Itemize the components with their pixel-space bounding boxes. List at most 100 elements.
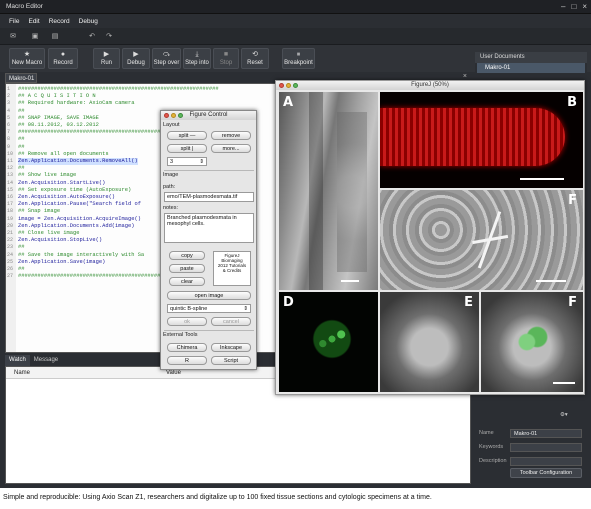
r-button[interactable]: R [167, 356, 207, 365]
restore-icon[interactable]: □ [571, 2, 576, 11]
minimize-icon[interactable] [286, 83, 291, 88]
line-number: 22 [7, 237, 14, 244]
notes-field[interactable]: Branched plasmodesmata in mesophyl cells… [164, 213, 254, 243]
code-line[interactable]: ## [18, 266, 24, 273]
close-icon[interactable]: × [582, 2, 587, 11]
zoom-icon[interactable] [293, 83, 298, 88]
panel-f-merge-image[interactable]: F [481, 292, 583, 392]
column-value[interactable]: Value [166, 370, 181, 376]
cancel-button[interactable]: cancel [211, 317, 251, 326]
panel-f-sem-image[interactable]: F [380, 190, 583, 290]
undo-icon[interactable]: ↶ [87, 32, 97, 41]
code-line[interactable]: ## Set exposure time (AutoExposure) [18, 187, 131, 194]
code-line[interactable]: Zen.Application.Documents.Add(image) [18, 223, 134, 230]
scale-bar [536, 280, 566, 282]
print-icon[interactable]: ▤ [50, 32, 60, 41]
code-line[interactable]: ## Required hardware: AxioCam camera [18, 100, 134, 107]
settings-icon[interactable]: ⚙▾ [560, 412, 568, 418]
save-icon[interactable]: ▣ [30, 32, 40, 41]
zoom-icon[interactable] [178, 113, 183, 118]
code-line[interactable]: ## [18, 144, 24, 151]
code-line[interactable]: ## [18, 244, 24, 251]
redo-icon[interactable]: ↷ [104, 32, 114, 41]
interpolation-select[interactable]: quintic B-spline ⇕ [167, 304, 251, 313]
window-traffic-lights[interactable] [279, 83, 298, 88]
close-icon[interactable] [279, 83, 284, 88]
window-traffic-lights[interactable] [164, 113, 183, 118]
menu-file[interactable]: File [9, 18, 19, 25]
split-horizontal-button[interactable]: split — [167, 131, 207, 140]
code-line[interactable]: Zen.Application.Pause("Search field of [18, 201, 141, 208]
script-button[interactable]: Script [211, 356, 251, 365]
step-into-button[interactable]: ⤓ Step into [183, 48, 211, 69]
ok-button[interactable]: ok [167, 317, 207, 326]
code-line[interactable]: ########################################… [18, 86, 219, 93]
code-line[interactable]: Zen.Acquisition.StopLive() [18, 237, 102, 244]
code-line[interactable]: ## Close live image [18, 230, 79, 237]
menu-record[interactable]: Record [49, 18, 70, 25]
breakpoint-button[interactable]: ⏸ Breakpoint [282, 48, 315, 69]
keywords-field[interactable] [510, 443, 582, 452]
code-line[interactable]: ## Snap image [18, 208, 60, 215]
description-field[interactable] [510, 457, 582, 466]
code-line[interactable]: ## Remove all open documents [18, 151, 109, 158]
panel-d-gfp-image[interactable]: D [279, 292, 378, 392]
minimize-icon[interactable] [171, 113, 176, 118]
window-controls: – □ × [561, 2, 587, 11]
line-number: 14 [7, 179, 14, 186]
inkscape-button[interactable]: Inkscape [211, 343, 251, 352]
panel-a-tem-image[interactable]: A [279, 92, 378, 290]
credits-badge[interactable]: FigureJ Biomaging 2012 Tutorials & Credi… [213, 251, 251, 286]
open-image-button[interactable]: open image [167, 291, 251, 300]
paste-button[interactable]: paste [169, 264, 205, 273]
record-button[interactable]: ● Record [48, 48, 78, 69]
chimera-button[interactable]: Chimera [167, 343, 207, 352]
stop-button[interactable]: ■ Stop [213, 48, 239, 69]
panel-e-brightfield-image[interactable]: E [380, 292, 479, 392]
column-name[interactable]: Name [14, 370, 30, 376]
toolbar-configuration-button[interactable]: Toolbar Configuration [510, 468, 582, 478]
tab-message[interactable]: Message [30, 355, 62, 366]
code-line[interactable]: ## SNAP IMAGE, SAVE IMAGE [18, 115, 99, 122]
split-count-select[interactable]: 3 ⇕ [167, 157, 207, 166]
code-line[interactable]: Zen.Application.Save(image) [18, 259, 105, 266]
code-line[interactable]: ## Save the image interactively with Sa [18, 252, 144, 259]
code-line[interactable]: Zen.Acquisition.StartLive() [18, 180, 105, 187]
line-number: 10 [7, 150, 14, 157]
new-macro-button[interactable]: ★ New Macro [9, 48, 45, 69]
line-number: 15 [7, 186, 14, 193]
close-tab-icon[interactable]: × [463, 73, 467, 80]
step-over-button[interactable]: ⤼ Step over [152, 48, 181, 69]
code-line[interactable]: Zen.Application.Documents.RemoveAll() [18, 158, 138, 165]
code-line[interactable]: ## A C Q U I S I T I O N [18, 93, 96, 100]
line-number: 1 [7, 86, 11, 92]
remove-button[interactable]: remove [211, 131, 251, 140]
reset-button[interactable]: ⟲ Reset [241, 48, 269, 69]
tab-makro-01[interactable]: Makro-01 [5, 73, 37, 83]
more-button[interactable]: more... [211, 144, 251, 153]
copy-button[interactable]: copy [169, 251, 205, 260]
panel-b-fluorescence-image[interactable]: B [380, 92, 583, 188]
close-icon[interactable] [164, 113, 169, 118]
minimize-icon[interactable]: – [561, 2, 565, 11]
stop-icon: ■ [223, 51, 229, 58]
name-field[interactable]: Makro-01 [510, 429, 582, 438]
menu-edit[interactable]: Edit [28, 18, 39, 25]
run-button[interactable]: ▶ Run [93, 48, 120, 69]
debug-button[interactable]: ▶ Debug [122, 48, 150, 69]
path-field[interactable]: emo/TEM-plasmodesmata.tif [164, 192, 254, 202]
menu-debug[interactable]: Debug [79, 18, 98, 25]
clear-button[interactable]: clear [169, 277, 205, 286]
split-vertical-button[interactable]: split | [167, 144, 207, 153]
code-line[interactable]: ## [18, 165, 24, 172]
code-line[interactable]: ## Show live image [18, 172, 76, 179]
code-line[interactable]: ## [18, 108, 24, 115]
mail-icon[interactable]: ✉ [8, 32, 18, 41]
figurej-titlebar: FigureJ (50%) [276, 81, 584, 90]
code-line[interactable]: ## 08.11.2012, 03.12.2012 [18, 122, 99, 129]
document-item[interactable]: Makro-01 [477, 63, 585, 73]
tab-watch[interactable]: Watch [5, 355, 30, 366]
code-line[interactable]: ## [18, 136, 24, 143]
code-line[interactable]: image = Zen.Acquisition.AcquireImage() [18, 216, 141, 223]
code-line[interactable]: Zen.Acquisition.AutoExposure() [18, 194, 115, 201]
